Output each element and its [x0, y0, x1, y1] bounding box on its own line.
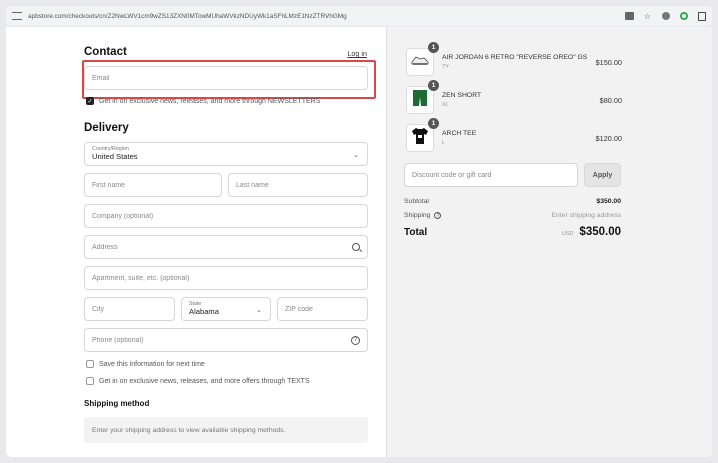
phone-placeholder: Phone (optional): [92, 336, 144, 344]
last-name-placeholder: Last name: [236, 181, 269, 189]
address-placeholder: Address: [92, 243, 118, 251]
item-name: ARCH TEE: [442, 130, 477, 138]
phone-field[interactable]: Phone (optional) ?: [84, 328, 368, 352]
tshirt-icon: [411, 127, 429, 150]
quantity-badge: 1: [428, 42, 439, 53]
url-text[interactable]: apbstore.com/checkouts/cn/Z2NwLWV1cm9wZS…: [28, 13, 617, 20]
search-icon: [352, 243, 360, 251]
subtotal-value: $350.00: [596, 198, 621, 205]
discount-placeholder: Discount code or gift card: [412, 171, 492, 179]
chevron-down-icon: ⌄: [256, 307, 262, 314]
shorts-icon: [412, 89, 428, 112]
toolbar-icons: ☆: [625, 11, 706, 21]
apartment-placeholder: Apartment, suite, etc. (optional): [92, 274, 190, 282]
total-label: Total: [404, 227, 428, 238]
country-select[interactable]: Country/Region United States ⌄: [84, 142, 368, 166]
shipping-value: Enter shipping address: [551, 212, 621, 219]
shipping-row: Shipping ? Enter shipping address: [404, 212, 621, 219]
email-highlight-box: [82, 60, 376, 99]
help-icon[interactable]: ?: [351, 335, 360, 345]
product-thumbnail: 1: [406, 80, 439, 114]
zip-placeholder: ZIP code: [285, 305, 313, 313]
item-variant: XL: [442, 101, 449, 108]
state-value: Alabama: [189, 307, 219, 317]
city-placeholder: City: [92, 305, 105, 313]
city-field[interactable]: City: [84, 297, 175, 321]
country-value: United States: [92, 152, 138, 162]
subtotal-row: Subtotal $350.00: [404, 198, 621, 205]
tune-icon[interactable]: [12, 12, 22, 20]
discount-code-field[interactable]: Discount code or gift card: [404, 163, 578, 187]
item-price: $80.00: [599, 95, 622, 105]
total-row: Total USD $350.00: [404, 226, 621, 238]
newsletter-label: Get in on exclusive news, releases, and …: [99, 97, 321, 105]
first-name-field[interactable]: First name: [84, 173, 222, 197]
product-thumbnail: 1: [406, 42, 439, 76]
quantity-badge: 1: [428, 118, 439, 129]
newsletter-optin[interactable]: ✓ Get in on exclusive news, releases, an…: [86, 97, 320, 105]
shipping-method-heading: Shipping method: [84, 399, 150, 408]
save-info-optin[interactable]: Save this information for next time: [86, 360, 205, 368]
translate-icon[interactable]: [625, 12, 634, 21]
item-name: ZEN SHORT: [442, 92, 482, 100]
quantity-badge: 1: [428, 80, 439, 91]
save-info-label: Save this information for next time: [99, 360, 205, 368]
currency-code: USD: [561, 231, 574, 237]
extension-icon[interactable]: [661, 12, 670, 21]
address-field[interactable]: Address: [84, 235, 368, 259]
cart-item: 1 ARCH TEE L $120.00: [406, 118, 622, 153]
total-value: $350.00: [579, 226, 621, 238]
subtotal-label: Subtotal: [404, 198, 429, 205]
item-name: AIR JORDAN 6 RETRO "REVERSE OREO" GS: [442, 54, 588, 62]
last-name-field[interactable]: Last name: [228, 173, 368, 197]
company-placeholder: Company (optional): [92, 212, 154, 220]
shipping-label: Shipping: [404, 212, 431, 219]
texts-label: Get in on exclusive news, releases, and …: [99, 377, 310, 385]
browser-address-bar[interactable]: apbstore.com/checkouts/cn/Z2NwLWV1cm9wZS…: [6, 6, 712, 26]
login-link[interactable]: Log in: [347, 49, 367, 58]
chevron-down-icon: ⌄: [353, 152, 359, 159]
first-name-placeholder: First name: [92, 181, 126, 189]
target-extension-icon[interactable]: [679, 12, 688, 21]
item-price: $150.00: [595, 57, 622, 67]
delivery-heading: Delivery: [84, 122, 129, 134]
product-thumbnail: 1: [406, 118, 439, 152]
apply-discount-button[interactable]: Apply: [584, 163, 621, 187]
item-variant: L: [442, 139, 446, 146]
state-select[interactable]: State Alabama ⌄: [181, 297, 271, 321]
cart-item: 1 AIR JORDAN 6 RETRO "REVERSE OREO" GS 7…: [406, 42, 622, 77]
item-variant: 7Y: [442, 63, 449, 70]
texts-checkbox[interactable]: [86, 377, 94, 385]
checkout-page: Contact Log in Email ✓ Get in on exclusi…: [6, 27, 712, 457]
save-info-checkbox[interactable]: [86, 360, 94, 368]
contact-heading: Contact: [84, 46, 127, 58]
sneaker-icon: [410, 53, 430, 72]
newsletter-checkbox[interactable]: ✓: [86, 97, 94, 105]
item-price: $120.00: [595, 133, 622, 143]
apartment-field[interactable]: Apartment, suite, etc. (optional): [84, 266, 368, 290]
company-field[interactable]: Company (optional): [84, 204, 368, 228]
texts-optin[interactable]: Get in on exclusive news, releases, and …: [86, 377, 310, 385]
shipping-method-notice: Enter your shipping address to view avai…: [84, 417, 368, 443]
zip-field[interactable]: ZIP code: [277, 297, 368, 321]
cart-item: 1 ZEN SHORT XL $80.00: [406, 80, 622, 115]
sidepanel-icon[interactable]: [697, 11, 706, 21]
star-icon[interactable]: ☆: [643, 12, 652, 21]
info-icon[interactable]: ?: [434, 212, 442, 219]
shipping-method-message: Enter your shipping address to view avai…: [92, 426, 286, 434]
